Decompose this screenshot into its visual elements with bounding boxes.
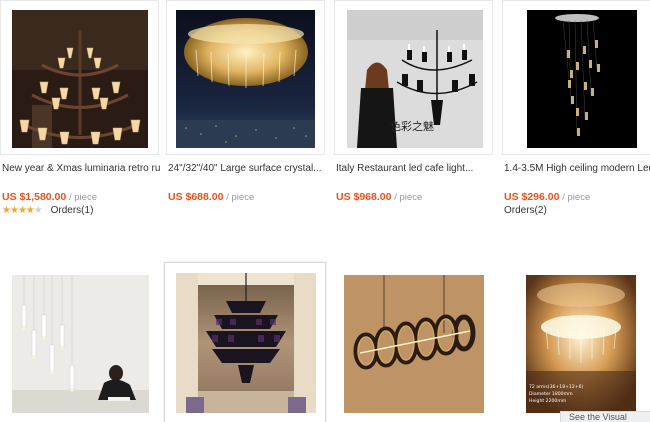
star-icon: ★ xyxy=(9,205,19,216)
product-image[interactable] xyxy=(12,10,148,148)
product-image[interactable] xyxy=(176,273,316,413)
product-title[interactable]: 24"/32"/40" Large surface crystal... xyxy=(168,163,326,175)
rating-stars: ★★★★★ xyxy=(2,205,43,216)
product-price: US $1,580.00 xyxy=(2,191,67,203)
star-icon: ★ xyxy=(2,205,11,216)
price-row: US $296.00 / piece xyxy=(504,191,590,203)
price-unit: / piece xyxy=(394,192,423,203)
price-unit: / piece xyxy=(226,192,255,203)
product-image[interactable]: 72 arms(36+18+12+6) Diameter 1800mm Heig… xyxy=(526,275,636,413)
rating-row: ★★★★★ Orders(1) xyxy=(2,205,93,216)
see-visual-button[interactable]: See the Visual xyxy=(560,411,650,422)
price-row: US $968.00 / piece xyxy=(336,191,422,203)
star-icon: ★ xyxy=(17,205,27,216)
price-unit: / piece xyxy=(562,192,591,203)
orders-count: Orders(1) xyxy=(50,205,94,216)
price-row: US $1,580.00 / piece xyxy=(2,191,97,203)
star-empty-icon: ★ xyxy=(33,205,43,216)
product-image[interactable] xyxy=(12,275,149,413)
product-image[interactable]: 色彩之魅 xyxy=(347,10,483,148)
image-caption: 色彩之魅 xyxy=(390,119,434,133)
image-caption-line: 72 arms(36+18+12+6) xyxy=(529,384,584,390)
product-price: US $968.00 xyxy=(336,191,392,203)
product-title[interactable]: New year & Xmas luminaria retro rural... xyxy=(2,163,160,175)
image-caption-line: Diameter 1800mm xyxy=(529,391,573,397)
orders-row: Orders(2) xyxy=(504,205,547,216)
price-unit: / piece xyxy=(69,192,97,203)
product-title[interactable]: Italy Restaurant led cafe light... xyxy=(336,163,494,175)
star-icon: ★ xyxy=(25,205,35,216)
product-price: US $296.00 xyxy=(504,191,560,203)
image-caption-line: Height 2200mm xyxy=(529,398,567,404)
product-image[interactable] xyxy=(527,10,637,148)
product-image[interactable] xyxy=(344,275,484,413)
orders-count: Orders(2) xyxy=(504,205,547,216)
product-price: US $688.00 xyxy=(168,191,224,203)
price-row: US $688.00 / piece xyxy=(168,191,254,203)
product-image[interactable] xyxy=(176,10,315,148)
product-title[interactable]: 1.4-3.5M High ceiling modern Led... xyxy=(504,163,650,175)
